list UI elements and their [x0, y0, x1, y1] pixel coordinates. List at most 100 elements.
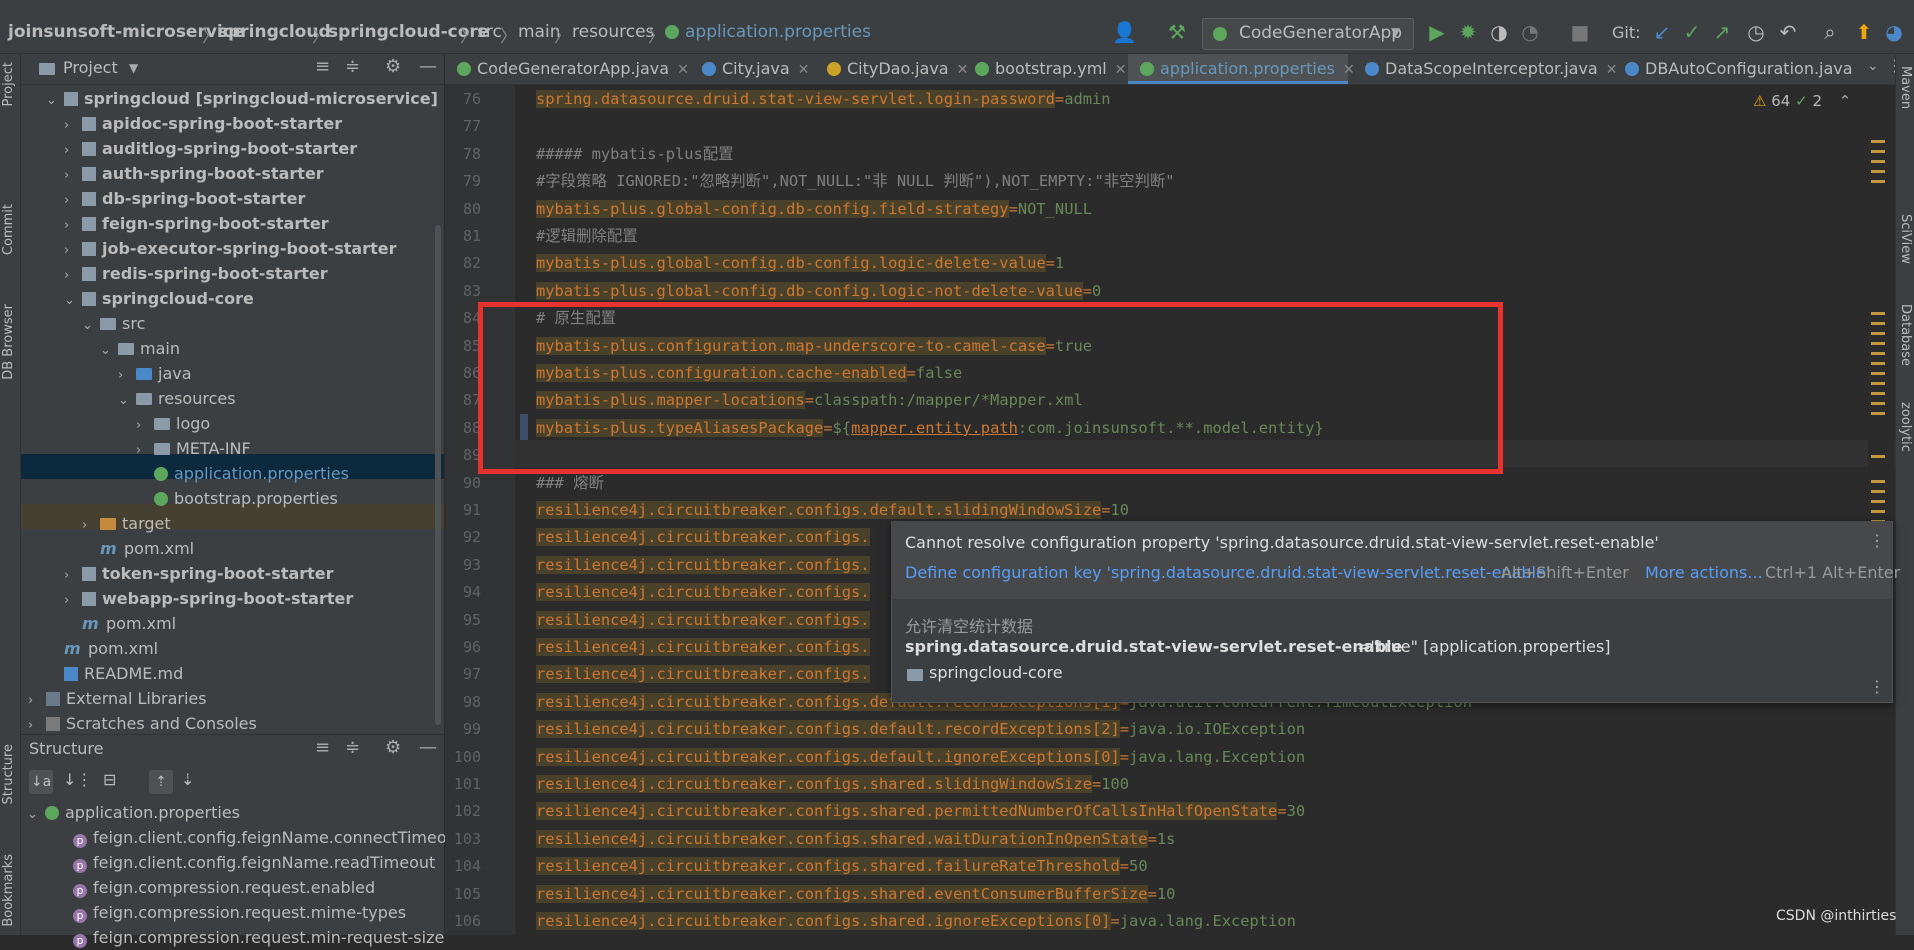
- chevron-right-icon[interactable]: ›: [136, 438, 154, 463]
- warning-marker[interactable]: [1871, 480, 1885, 483]
- chevron-right-icon[interactable]: ›: [64, 113, 82, 138]
- project-tree-row[interactable]: › webapp-spring-boot-starter: [64, 586, 353, 611]
- more-actions-link[interactable]: More actions...: [1645, 563, 1763, 582]
- code-line[interactable]: resilience4j.circuitbreaker.configs.shar…: [536, 771, 1129, 798]
- debug-icon[interactable]: ✹: [1456, 20, 1480, 44]
- code-line[interactable]: ##### mybatis-plus配置: [536, 141, 734, 168]
- breadcrumb-item[interactable]: src: [477, 22, 502, 42]
- commit-tool-tab[interactable]: Commit: [1, 204, 16, 255]
- close-icon[interactable]: ✕: [1115, 62, 1127, 78]
- chevron-down-icon[interactable]: ⌄: [100, 338, 118, 363]
- structure-tool-tab[interactable]: Structure: [1, 744, 16, 804]
- code-line[interactable]: resilience4j.circuitbreaker.configs.shar…: [536, 826, 1175, 853]
- chevron-right-icon[interactable]: ›: [136, 413, 154, 438]
- code-line[interactable]: resilience4j.circuitbreaker.configs.shar…: [536, 908, 1296, 935]
- warning-marker[interactable]: [1871, 412, 1885, 415]
- previous-icon[interactable]: ⌃: [1839, 92, 1852, 110]
- project-tree-row[interactable]: m pom.xml: [46, 636, 158, 661]
- project-tree-row[interactable]: bootstrap.properties: [136, 486, 338, 511]
- close-icon[interactable]: ✕: [677, 62, 689, 78]
- search-icon[interactable]: ⌕: [1818, 20, 1842, 44]
- project-panel-title[interactable]: Project: [63, 58, 118, 77]
- code-line[interactable]: mybatis-plus.global-config.db-config.log…: [536, 250, 1064, 277]
- code-line[interactable]: resilience4j.circuitbreaker.configs.: [536, 634, 870, 661]
- db-browser-tool-tab[interactable]: DB Browser: [1, 304, 16, 380]
- structure-item[interactable]: p feign.compression.request.mime-types: [73, 900, 406, 925]
- close-icon[interactable]: ✕: [798, 62, 810, 78]
- code-line[interactable]: resilience4j.circuitbreaker.configs.defa…: [536, 497, 1129, 524]
- sort-alpha-icon[interactable]: ↓a: [29, 770, 53, 794]
- structure-item[interactable]: p feign.compression.request.min-request-s…: [73, 925, 444, 950]
- chevron-right-icon[interactable]: ›: [64, 138, 82, 163]
- tab-dbautoconfiguration-java[interactable]: DBAutoConfiguration.java: [1613, 54, 1903, 84]
- chevron-right-icon[interactable]: ›: [64, 163, 82, 188]
- project-tree-row[interactable]: › java: [118, 361, 192, 386]
- run-icon[interactable]: ▶: [1425, 20, 1449, 44]
- minimize-icon[interactable]: —: [419, 737, 437, 758]
- warning-marker[interactable]: [1871, 500, 1885, 503]
- project-tree-row[interactable]: › auditlog-spring-boot-starter: [64, 136, 357, 161]
- project-tree-row[interactable]: › redis-spring-boot-starter: [64, 261, 328, 286]
- code-line[interactable]: resilience4j.circuitbreaker.configs.shar…: [536, 881, 1175, 908]
- structure-root[interactable]: ⌄ application.properties: [27, 800, 240, 825]
- structure-item[interactable]: p feign.client.config.feignName.readTimeo…: [73, 850, 435, 875]
- warning-marker[interactable]: [1871, 150, 1885, 153]
- zoolytic-tool-tab[interactable]: zoolytic: [1898, 402, 1913, 452]
- chevron-right-icon[interactable]: ›: [118, 363, 136, 388]
- warning-marker[interactable]: [1871, 372, 1885, 375]
- chevron-down-icon[interactable]: ▼: [129, 61, 138, 75]
- warning-marker[interactable]: [1871, 312, 1885, 315]
- group-icon[interactable]: ⊟: [103, 770, 116, 789]
- project-tree-row[interactable]: › db-spring-boot-starter: [64, 186, 305, 211]
- warning-marker[interactable]: [1871, 140, 1885, 143]
- plugin-icon[interactable]: ◕: [1882, 20, 1906, 44]
- define-key-link[interactable]: Define configuration key 'spring.datasou…: [905, 563, 1550, 582]
- project-tree-row[interactable]: README.md: [46, 661, 183, 686]
- sort-type-icon[interactable]: ↓⋮: [63, 770, 92, 789]
- doc-menu-icon[interactable]: ⋮: [1869, 677, 1885, 696]
- tab-bootstrap-yml[interactable]: bootstrap.yml ✕: [963, 54, 1126, 84]
- project-tree-row[interactable]: › Scratches and Consoles: [28, 711, 257, 736]
- code-line[interactable]: resilience4j.circuitbreaker.configs.: [536, 552, 870, 579]
- project-tree-row[interactable]: application.properties: [136, 461, 349, 486]
- code-line[interactable]: resilience4j.circuitbreaker.configs.shar…: [536, 798, 1305, 825]
- sciview-tool-tab[interactable]: SciView: [1898, 214, 1913, 264]
- coverage-icon[interactable]: ◑: [1487, 20, 1511, 44]
- minimize-icon[interactable]: —: [419, 56, 437, 77]
- project-tree-row[interactable]: › target: [82, 511, 171, 536]
- code-line[interactable]: resilience4j.circuitbreaker.configs.: [536, 579, 870, 606]
- chevron-right-icon[interactable]: ›: [64, 588, 82, 613]
- chevron-right-icon[interactable]: ›: [64, 213, 82, 238]
- gear-icon[interactable]: ⚙: [385, 56, 401, 77]
- code-line[interactable]: mybatis-plus.global-config.db-config.log…: [536, 278, 1101, 305]
- project-tree-row[interactable]: › META-INF: [136, 436, 251, 461]
- chevron-right-icon[interactable]: ›: [28, 688, 46, 713]
- tab-application-properties[interactable]: application.properties ✕: [1128, 54, 1355, 84]
- chevron-right-icon[interactable]: ›: [64, 188, 82, 213]
- popup-menu-icon[interactable]: ⋮: [1869, 531, 1885, 550]
- update-icon[interactable]: ⬆: [1852, 20, 1876, 44]
- code-line[interactable]: resilience4j.circuitbreaker.configs.defa…: [536, 716, 1305, 743]
- maven-tool-tab[interactable]: Maven: [1898, 66, 1913, 109]
- warning-marker[interactable]: [1871, 170, 1885, 173]
- build-hammer-icon[interactable]: ⚒: [1165, 20, 1189, 44]
- breadcrumb-item[interactable]: resources: [572, 22, 654, 42]
- autoscroll-to-source-icon[interactable]: ⇡: [149, 770, 173, 794]
- structure-item[interactable]: p feign.compression.request.enabled: [73, 875, 375, 900]
- gear-icon[interactable]: ⚙: [385, 737, 401, 758]
- collapse-all-icon[interactable]: ≑: [345, 56, 360, 77]
- chevron-right-icon[interactable]: ›: [64, 563, 82, 588]
- project-tree-row[interactable]: m pom.xml: [82, 536, 194, 561]
- project-tree-row[interactable]: › apidoc-spring-boot-starter: [64, 111, 342, 136]
- warning-marker[interactable]: [1871, 180, 1885, 183]
- tab-codegeneratorapp-java[interactable]: CodeGeneratorApp.java ✕: [445, 54, 689, 84]
- project-tree-row[interactable]: › auth-spring-boot-starter: [64, 161, 324, 186]
- project-tree-row[interactable]: › External Libraries: [28, 686, 207, 711]
- warning-marker[interactable]: [1871, 322, 1885, 325]
- warning-marker[interactable]: [1871, 352, 1885, 355]
- warning-marker[interactable]: [1871, 490, 1885, 493]
- expand-all-icon[interactable]: ≡: [315, 737, 330, 758]
- code-line[interactable]: mybatis-plus.global-config.db-config.fie…: [536, 196, 1092, 223]
- warning-marker[interactable]: [1871, 362, 1885, 365]
- git-commit-icon[interactable]: ✓: [1680, 20, 1704, 44]
